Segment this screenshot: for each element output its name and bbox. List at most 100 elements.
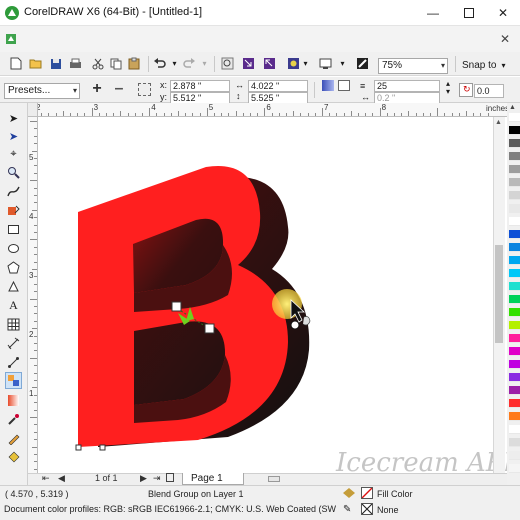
palette-swatch[interactable] — [509, 282, 520, 291]
crop-tool[interactable]: ⌖ — [5, 146, 22, 163]
minimize-button[interactable]: — — [416, 0, 450, 26]
outline-color-swatch[interactable] — [361, 503, 373, 515]
palette-swatch[interactable] — [509, 295, 520, 304]
copy-button[interactable] — [108, 56, 123, 71]
blend-mode-icon[interactable] — [338, 80, 350, 91]
blend-direction-icon[interactable] — [322, 80, 334, 91]
palette-swatch[interactable] — [509, 217, 520, 226]
palette-up-icon[interactable]: ▲ — [509, 104, 516, 111]
launcher-dropdown[interactable]: ▾ — [301, 56, 310, 71]
page-tab[interactable]: Page 1 — [182, 473, 244, 485]
text-tool[interactable]: A — [5, 297, 22, 314]
blend-end-node[interactable] — [204, 323, 215, 334]
smart-fill-tool[interactable] — [5, 202, 22, 219]
blend-steps-field[interactable]: 25 — [374, 80, 440, 92]
selection-handle[interactable] — [99, 444, 106, 451]
print-button[interactable] — [68, 56, 83, 71]
connector-tool[interactable] — [5, 354, 22, 371]
vertical-ruler[interactable]: 5 4 3 2 1 — [28, 117, 38, 473]
dimension-tool[interactable] — [5, 335, 22, 352]
presets-select[interactable]: Presets... ▾ — [4, 83, 80, 99]
screen-dropdown[interactable]: ▾ — [338, 56, 347, 71]
ruler-origin[interactable] — [28, 103, 38, 117]
x-position-field[interactable]: 2.878 " — [170, 80, 230, 92]
palette-swatch[interactable] — [509, 464, 520, 473]
basic-shapes-tool[interactable] — [5, 278, 22, 295]
palette-swatch[interactable] — [509, 425, 520, 434]
first-page-button[interactable]: ⇤ — [42, 473, 50, 484]
palette-swatch[interactable] — [509, 243, 520, 252]
palette-swatch[interactable] — [509, 438, 520, 447]
application-launcher-button[interactable] — [286, 56, 301, 71]
export-button[interactable] — [262, 56, 277, 71]
palette-swatch[interactable] — [509, 269, 520, 278]
scrollbar-thumb[interactable] — [495, 245, 503, 343]
document-icon[interactable] — [5, 33, 17, 45]
fill-color-swatch[interactable] — [361, 487, 373, 499]
close-window-button[interactable]: ✕ — [486, 0, 520, 26]
pick-tool[interactable]: ➤ — [5, 110, 22, 127]
palette-swatch[interactable] — [509, 386, 520, 395]
palette-swatch[interactable] — [509, 126, 520, 135]
paste-button[interactable] — [126, 56, 141, 71]
horizontal-scroll-indicator[interactable] — [268, 476, 280, 482]
redo-button[interactable] — [182, 56, 197, 71]
palette-swatch[interactable] — [509, 152, 520, 161]
palette-swatch[interactable] — [509, 191, 520, 200]
palette-swatch[interactable] — [509, 204, 520, 213]
search-content-button[interactable] — [220, 56, 235, 71]
palette-swatch[interactable] — [509, 334, 520, 343]
scroll-up-icon[interactable]: ▲ — [495, 119, 502, 126]
fill-tool[interactable] — [5, 449, 22, 466]
close-document-button[interactable]: ✕ — [496, 30, 514, 48]
blend-tool[interactable] — [5, 372, 22, 389]
corel-connect-button[interactable] — [355, 56, 370, 71]
blend-start-node[interactable] — [171, 301, 182, 312]
cut-button[interactable] — [90, 56, 105, 71]
undo-dropdown[interactable]: ▾ — [170, 56, 179, 71]
horizontal-ruler[interactable]: 2345678 — [28, 103, 508, 117]
palette-swatch[interactable] — [509, 165, 520, 174]
add-preset-button[interactable]: + — [90, 81, 104, 97]
eyedropper-tool[interactable] — [5, 411, 22, 428]
transparency-tool[interactable] — [5, 392, 22, 409]
width-field[interactable]: 4.022 " — [248, 80, 308, 92]
drawing-canvas[interactable] — [38, 117, 493, 473]
redo-dropdown[interactable]: ▾ — [200, 56, 209, 71]
blend-angle-field[interactable]: 0.0 — [474, 84, 504, 98]
add-page-button[interactable] — [166, 473, 174, 485]
palette-swatch[interactable] — [509, 256, 520, 265]
palette-swatch[interactable] — [509, 360, 520, 369]
steps-spinner[interactable]: ▴ ▾ — [446, 80, 450, 96]
rectangle-tool[interactable] — [5, 221, 22, 238]
palette-swatch[interactable] — [509, 347, 520, 356]
shape-tool[interactable]: ➤ — [5, 128, 22, 145]
palette-swatch[interactable] — [509, 139, 520, 148]
selection-handle[interactable] — [75, 444, 82, 451]
ellipse-tool[interactable] — [5, 240, 22, 257]
undo-button[interactable] — [152, 56, 167, 71]
color-profiles-info[interactable]: Document color profiles: RGB: sRGB IEC61… — [4, 504, 336, 514]
palette-swatch[interactable] — [509, 451, 520, 460]
previous-page-button[interactable]: ◀ — [58, 473, 65, 484]
palette-swatch[interactable] — [509, 321, 520, 330]
polygon-tool[interactable] — [5, 259, 22, 276]
maximize-button[interactable] — [452, 0, 486, 26]
palette-swatch[interactable] — [509, 373, 520, 382]
outline-tool[interactable] — [5, 430, 22, 447]
snap-to-dropdown[interactable]: Snap to ▾ — [462, 58, 512, 74]
last-page-button[interactable]: ⇥ — [153, 473, 161, 484]
zoom-tool[interactable] — [5, 164, 22, 181]
palette-swatch[interactable] — [509, 178, 520, 187]
new-document-button[interactable] — [8, 56, 23, 71]
delete-preset-button[interactable]: – — [112, 81, 126, 97]
zoom-level-select[interactable]: 75% ▾ — [378, 58, 448, 74]
import-button[interactable] — [241, 56, 256, 71]
palette-swatch[interactable] — [509, 113, 520, 122]
palette-swatch[interactable] — [509, 230, 520, 239]
next-page-button[interactable]: ▶ — [140, 473, 147, 484]
open-button[interactable] — [28, 56, 43, 71]
table-tool[interactable] — [5, 316, 22, 333]
palette-swatch[interactable] — [509, 412, 520, 421]
palette-swatch[interactable] — [509, 399, 520, 408]
